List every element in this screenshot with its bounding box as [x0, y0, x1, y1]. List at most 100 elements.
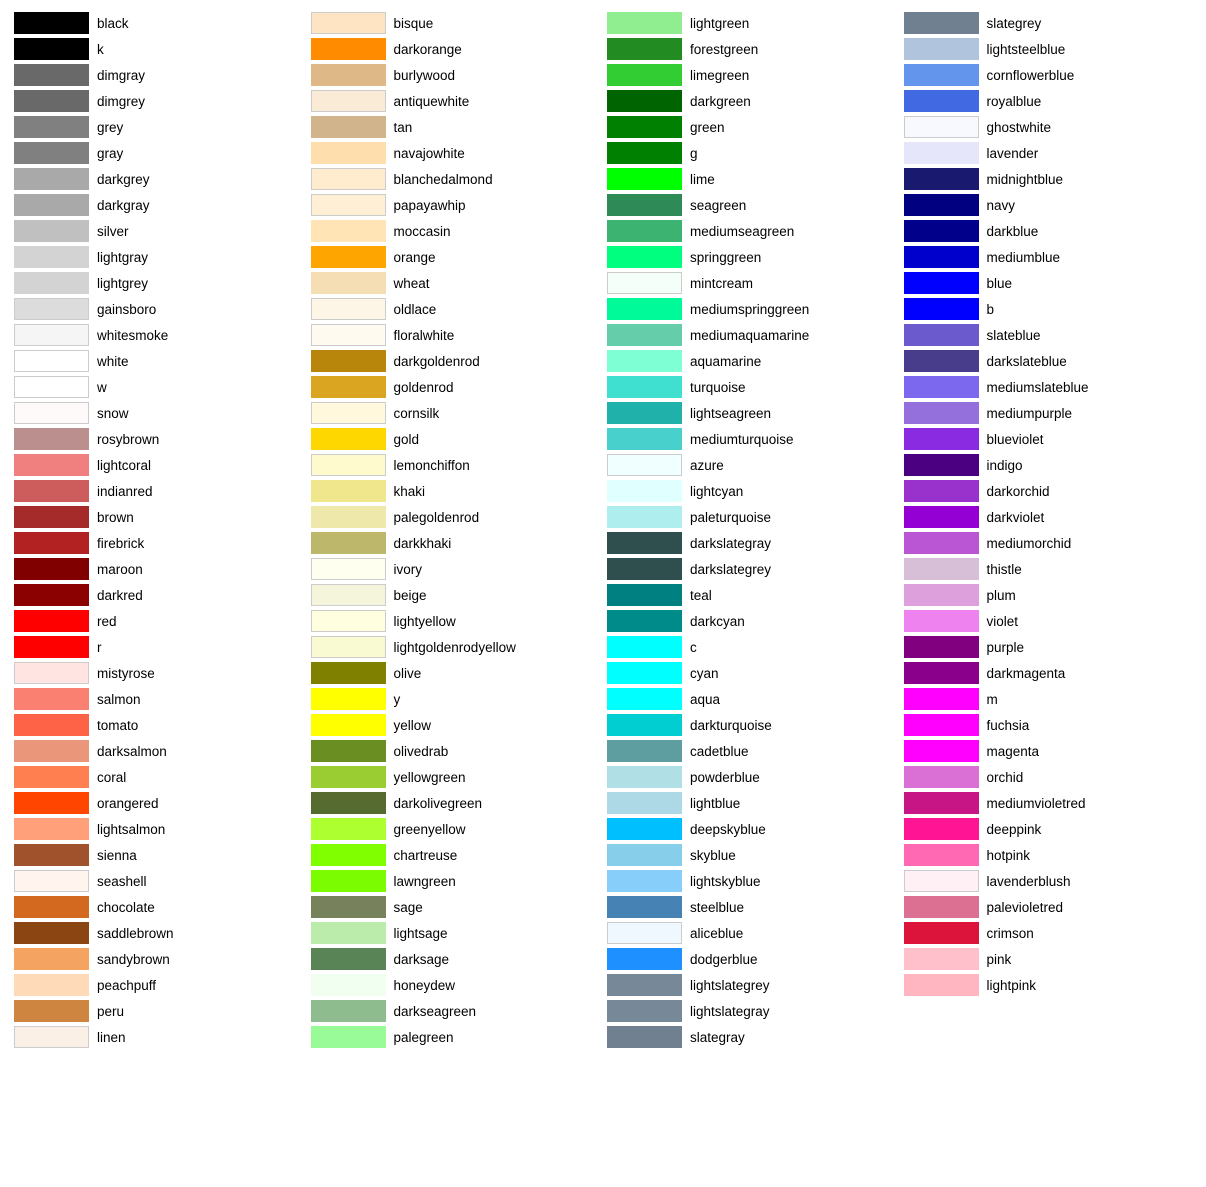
color-item: darkgrey — [10, 166, 307, 192]
color-swatch — [311, 948, 386, 970]
color-label: lightslategray — [690, 1004, 770, 1019]
color-item: fuchsia — [900, 712, 1197, 738]
color-swatch — [14, 584, 89, 606]
color-item: orange — [307, 244, 604, 270]
color-swatch — [14, 766, 89, 788]
color-swatch — [904, 740, 979, 762]
color-item: hotpink — [900, 842, 1197, 868]
color-swatch — [14, 90, 89, 112]
color-item: crimson — [900, 920, 1197, 946]
color-swatch — [904, 168, 979, 190]
color-item: lemonchiffon — [307, 452, 604, 478]
color-item: royalblue — [900, 88, 1197, 114]
color-label: grey — [97, 120, 123, 135]
color-item: palegoldenrod — [307, 504, 604, 530]
color-label: lawngreen — [394, 874, 456, 889]
color-label: lightgreen — [690, 16, 749, 31]
color-label: peachpuff — [97, 978, 156, 993]
color-swatch — [14, 116, 89, 138]
color-swatch — [607, 662, 682, 684]
color-swatch — [607, 90, 682, 112]
color-swatch — [904, 714, 979, 736]
color-swatch — [607, 38, 682, 60]
color-item: darkslategrey — [603, 556, 900, 582]
color-label: cyan — [690, 666, 719, 681]
color-label: sienna — [97, 848, 137, 863]
color-grid: blackkdimgraydimgreygreygraydarkgreydark… — [10, 10, 1196, 1050]
color-swatch — [904, 38, 979, 60]
color-swatch — [14, 480, 89, 502]
color-label: moccasin — [394, 224, 451, 239]
color-swatch — [14, 870, 89, 892]
color-item: ivory — [307, 556, 604, 582]
color-swatch — [607, 12, 682, 34]
color-label: saddlebrown — [97, 926, 174, 941]
color-item: navy — [900, 192, 1197, 218]
color-label: mediumslateblue — [987, 380, 1089, 395]
color-swatch — [311, 844, 386, 866]
color-swatch — [607, 948, 682, 970]
color-label: pink — [987, 952, 1012, 967]
color-swatch — [607, 428, 682, 450]
color-swatch — [607, 246, 682, 268]
color-label: royalblue — [987, 94, 1042, 109]
color-label: lightgrey — [97, 276, 148, 291]
color-label: darkgoldenrod — [394, 354, 480, 369]
color-item: lightsteelblue — [900, 36, 1197, 62]
color-label: darkmagenta — [987, 666, 1066, 681]
color-label: k — [97, 42, 104, 57]
color-swatch — [14, 844, 89, 866]
color-label: powderblue — [690, 770, 760, 785]
color-item: aqua — [603, 686, 900, 712]
color-item: limegreen — [603, 62, 900, 88]
color-item: bisque — [307, 10, 604, 36]
color-item: darkslategray — [603, 530, 900, 556]
color-swatch — [311, 376, 386, 398]
color-item: tan — [307, 114, 604, 140]
color-swatch — [607, 714, 682, 736]
color-item: gainsboro — [10, 296, 307, 322]
color-swatch — [311, 64, 386, 86]
color-label: gray — [97, 146, 123, 161]
color-item: forestgreen — [603, 36, 900, 62]
color-item: k — [10, 36, 307, 62]
color-swatch — [904, 246, 979, 268]
color-item: sienna — [10, 842, 307, 868]
color-label: salmon — [97, 692, 141, 707]
color-label: olive — [394, 666, 422, 681]
color-item: lightgoldenrodyellow — [307, 634, 604, 660]
color-swatch — [904, 116, 979, 138]
color-swatch — [14, 636, 89, 658]
color-label: indigo — [987, 458, 1023, 473]
color-item: silver — [10, 218, 307, 244]
color-swatch — [311, 818, 386, 840]
color-swatch — [904, 792, 979, 814]
color-swatch — [311, 610, 386, 632]
color-swatch — [904, 948, 979, 970]
color-label: orange — [394, 250, 436, 265]
color-label: red — [97, 614, 117, 629]
color-label: cadetblue — [690, 744, 749, 759]
color-item: dimgrey — [10, 88, 307, 114]
color-item: aliceblue — [603, 920, 900, 946]
color-swatch — [14, 272, 89, 294]
color-swatch — [311, 428, 386, 450]
color-label: lightpink — [987, 978, 1037, 993]
color-swatch — [14, 64, 89, 86]
color-label: lightsalmon — [97, 822, 165, 837]
color-item: peru — [10, 998, 307, 1024]
color-swatch — [607, 844, 682, 866]
color-item: darksage — [307, 946, 604, 972]
color-item: mediumpurple — [900, 400, 1197, 426]
color-item: lightslategrey — [603, 972, 900, 998]
color-item: mediumseagreen — [603, 218, 900, 244]
color-label: lemonchiffon — [394, 458, 470, 473]
color-label: darkslategrey — [690, 562, 771, 577]
color-item: wheat — [307, 270, 604, 296]
color-item: thistle — [900, 556, 1197, 582]
color-swatch — [607, 350, 682, 372]
color-swatch — [607, 1026, 682, 1048]
color-label: darkslateblue — [987, 354, 1067, 369]
color-item: burlywood — [307, 62, 604, 88]
color-item: black — [10, 10, 307, 36]
